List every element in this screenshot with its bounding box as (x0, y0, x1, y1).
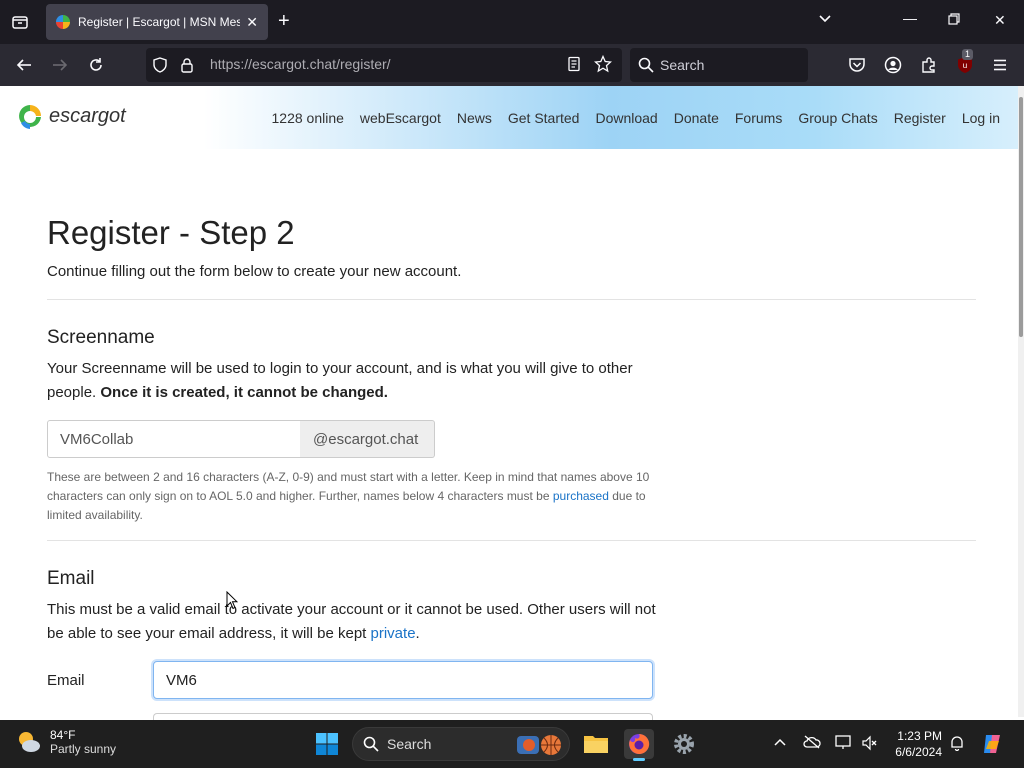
nav-forums[interactable]: Forums (735, 110, 782, 126)
copilot-icon[interactable] (980, 731, 1006, 760)
new-tab-button[interactable]: + (278, 11, 290, 31)
url-text: https://escargot.chat/register/ (210, 56, 391, 74)
url-path: /register/ (336, 56, 391, 72)
nav-get-started[interactable]: Get Started (508, 110, 580, 126)
gear-icon (674, 734, 694, 754)
search-icon (363, 736, 379, 752)
nav-online-count: 1228 online (271, 110, 344, 126)
url-bar[interactable]: https://escargot.chat/register/ (146, 48, 622, 82)
nav-group-chats[interactable]: Group Chats (798, 110, 877, 126)
puzzle-icon (922, 57, 935, 73)
onedrive-icon[interactable] (803, 735, 821, 752)
chevron-down-icon[interactable] (818, 12, 832, 29)
screenname-domain-suffix: @escargot.chat (300, 420, 435, 458)
extensions-button[interactable] (917, 53, 941, 77)
purchased-link[interactable]: purchased (553, 489, 609, 503)
taskbar-search[interactable]: Search (352, 727, 570, 761)
nav-news[interactable]: News (457, 110, 492, 126)
taskbar-search-placeholder: Search (387, 736, 432, 752)
search-bar[interactable]: Search (630, 48, 808, 82)
shield-icon[interactable] (152, 57, 170, 73)
back-arrow-icon (16, 59, 31, 71)
email-heading: Email (47, 568, 95, 589)
account-button[interactable] (881, 53, 905, 77)
svg-text:u: u (963, 61, 967, 70)
escargot-favicon-icon (56, 15, 70, 29)
extension-badge: 1 (962, 49, 974, 60)
screenname-input[interactable]: VM6Collab (47, 420, 301, 458)
chevron-up-icon[interactable] (773, 735, 787, 752)
pocket-button[interactable] (845, 53, 869, 77)
nav-log-in[interactable]: Log in (962, 110, 1000, 126)
page-title: Register - Step 2 (47, 214, 295, 251)
nav-webescargot[interactable]: webEscargot (360, 110, 441, 126)
search-icon (638, 57, 654, 73)
weather-temp: 84°F (50, 728, 76, 742)
email-description: This must be a valid email to activate y… (47, 598, 657, 646)
taskbar-clock[interactable]: 1:23 PM 6/6/2024 (888, 728, 942, 760)
close-tab-icon[interactable]: ✕ (246, 14, 258, 31)
notification-bell-icon[interactable] (949, 735, 965, 754)
display-icon[interactable] (835, 735, 853, 754)
screenname-desc-bold: Once it is created, it cannot be changed… (100, 384, 388, 401)
settings-taskbar-button[interactable] (669, 729, 699, 759)
screenname-heading: Screenname (47, 327, 155, 348)
account-icon (884, 56, 902, 74)
firefox-icon (629, 733, 650, 754)
page-lead: Continue filling out the form below to c… (47, 263, 462, 280)
active-indicator (633, 758, 645, 761)
close-window-button[interactable]: ✕ (994, 12, 1006, 29)
divider (47, 299, 976, 300)
partly-sunny-icon (16, 729, 42, 755)
windows-logo-icon (316, 733, 338, 755)
reload-button[interactable] (84, 53, 108, 77)
site-nav: 1228 online webEscargot News Get Started… (272, 110, 1001, 126)
nav-register[interactable]: Register (894, 110, 946, 126)
search-highlight-icon (517, 734, 563, 761)
folder-icon (584, 736, 608, 753)
list-all-tabs-button[interactable] (8, 10, 32, 34)
clock-date: 6/6/2024 (895, 745, 942, 759)
menu-button[interactable] (988, 53, 1012, 77)
screenname-help-text: These are between 2 and 16 characters (A… (47, 468, 657, 525)
minimize-button[interactable]: — (903, 10, 917, 26)
site-logo-text[interactable]: escargot (49, 105, 126, 128)
windows-start-button[interactable] (312, 729, 342, 759)
tabs-list-icon (12, 16, 28, 29)
screenname-description: Your Screenname will be used to login to… (47, 357, 657, 405)
volume-muted-icon[interactable] (861, 735, 879, 754)
divider (47, 540, 976, 541)
clock-time: 1:23 PM (897, 729, 942, 743)
weather-condition: Partly sunny (50, 742, 117, 756)
lock-icon[interactable] (180, 57, 196, 73)
firefox-taskbar-button[interactable] (624, 729, 654, 761)
private-link[interactable]: private (371, 625, 416, 642)
email-desc-end: . (415, 625, 420, 642)
scrollbar-thumb[interactable] (1019, 97, 1023, 337)
restore-button[interactable] (948, 12, 960, 28)
forward-button[interactable] (48, 53, 72, 77)
email-label: Email (47, 672, 85, 689)
nav-donate[interactable]: Donate (674, 110, 719, 126)
bookmark-star-icon[interactable] (593, 54, 613, 78)
hamburger-menu-icon (994, 59, 1006, 71)
escargot-logo-icon[interactable] (18, 104, 42, 130)
email-desc-text: This must be a valid email to activate y… (47, 601, 656, 642)
tab-title: Register | Escargot | MSN Messenger (78, 15, 241, 29)
reload-icon (90, 58, 102, 71)
site-header: escargot 1228 online webEscargot News Ge… (0, 86, 1018, 149)
reader-view-icon[interactable] (566, 56, 582, 77)
back-button[interactable] (12, 53, 36, 77)
forward-arrow-icon (53, 59, 68, 71)
ublock-extension-button[interactable]: u 1 (953, 49, 977, 77)
weather-widget[interactable]: 84°F Partly sunny (16, 728, 116, 756)
active-tab[interactable]: Register | Escargot | MSN Messenger ✕ (46, 4, 268, 40)
file-explorer-button[interactable] (581, 729, 611, 759)
pocket-icon (849, 58, 865, 72)
search-placeholder: Search (660, 57, 705, 73)
email-field[interactable]: VM6 (153, 661, 653, 699)
url-host: https://escargot.chat (210, 56, 337, 72)
mouse-cursor-icon (226, 590, 239, 615)
nav-download[interactable]: Download (595, 110, 657, 126)
